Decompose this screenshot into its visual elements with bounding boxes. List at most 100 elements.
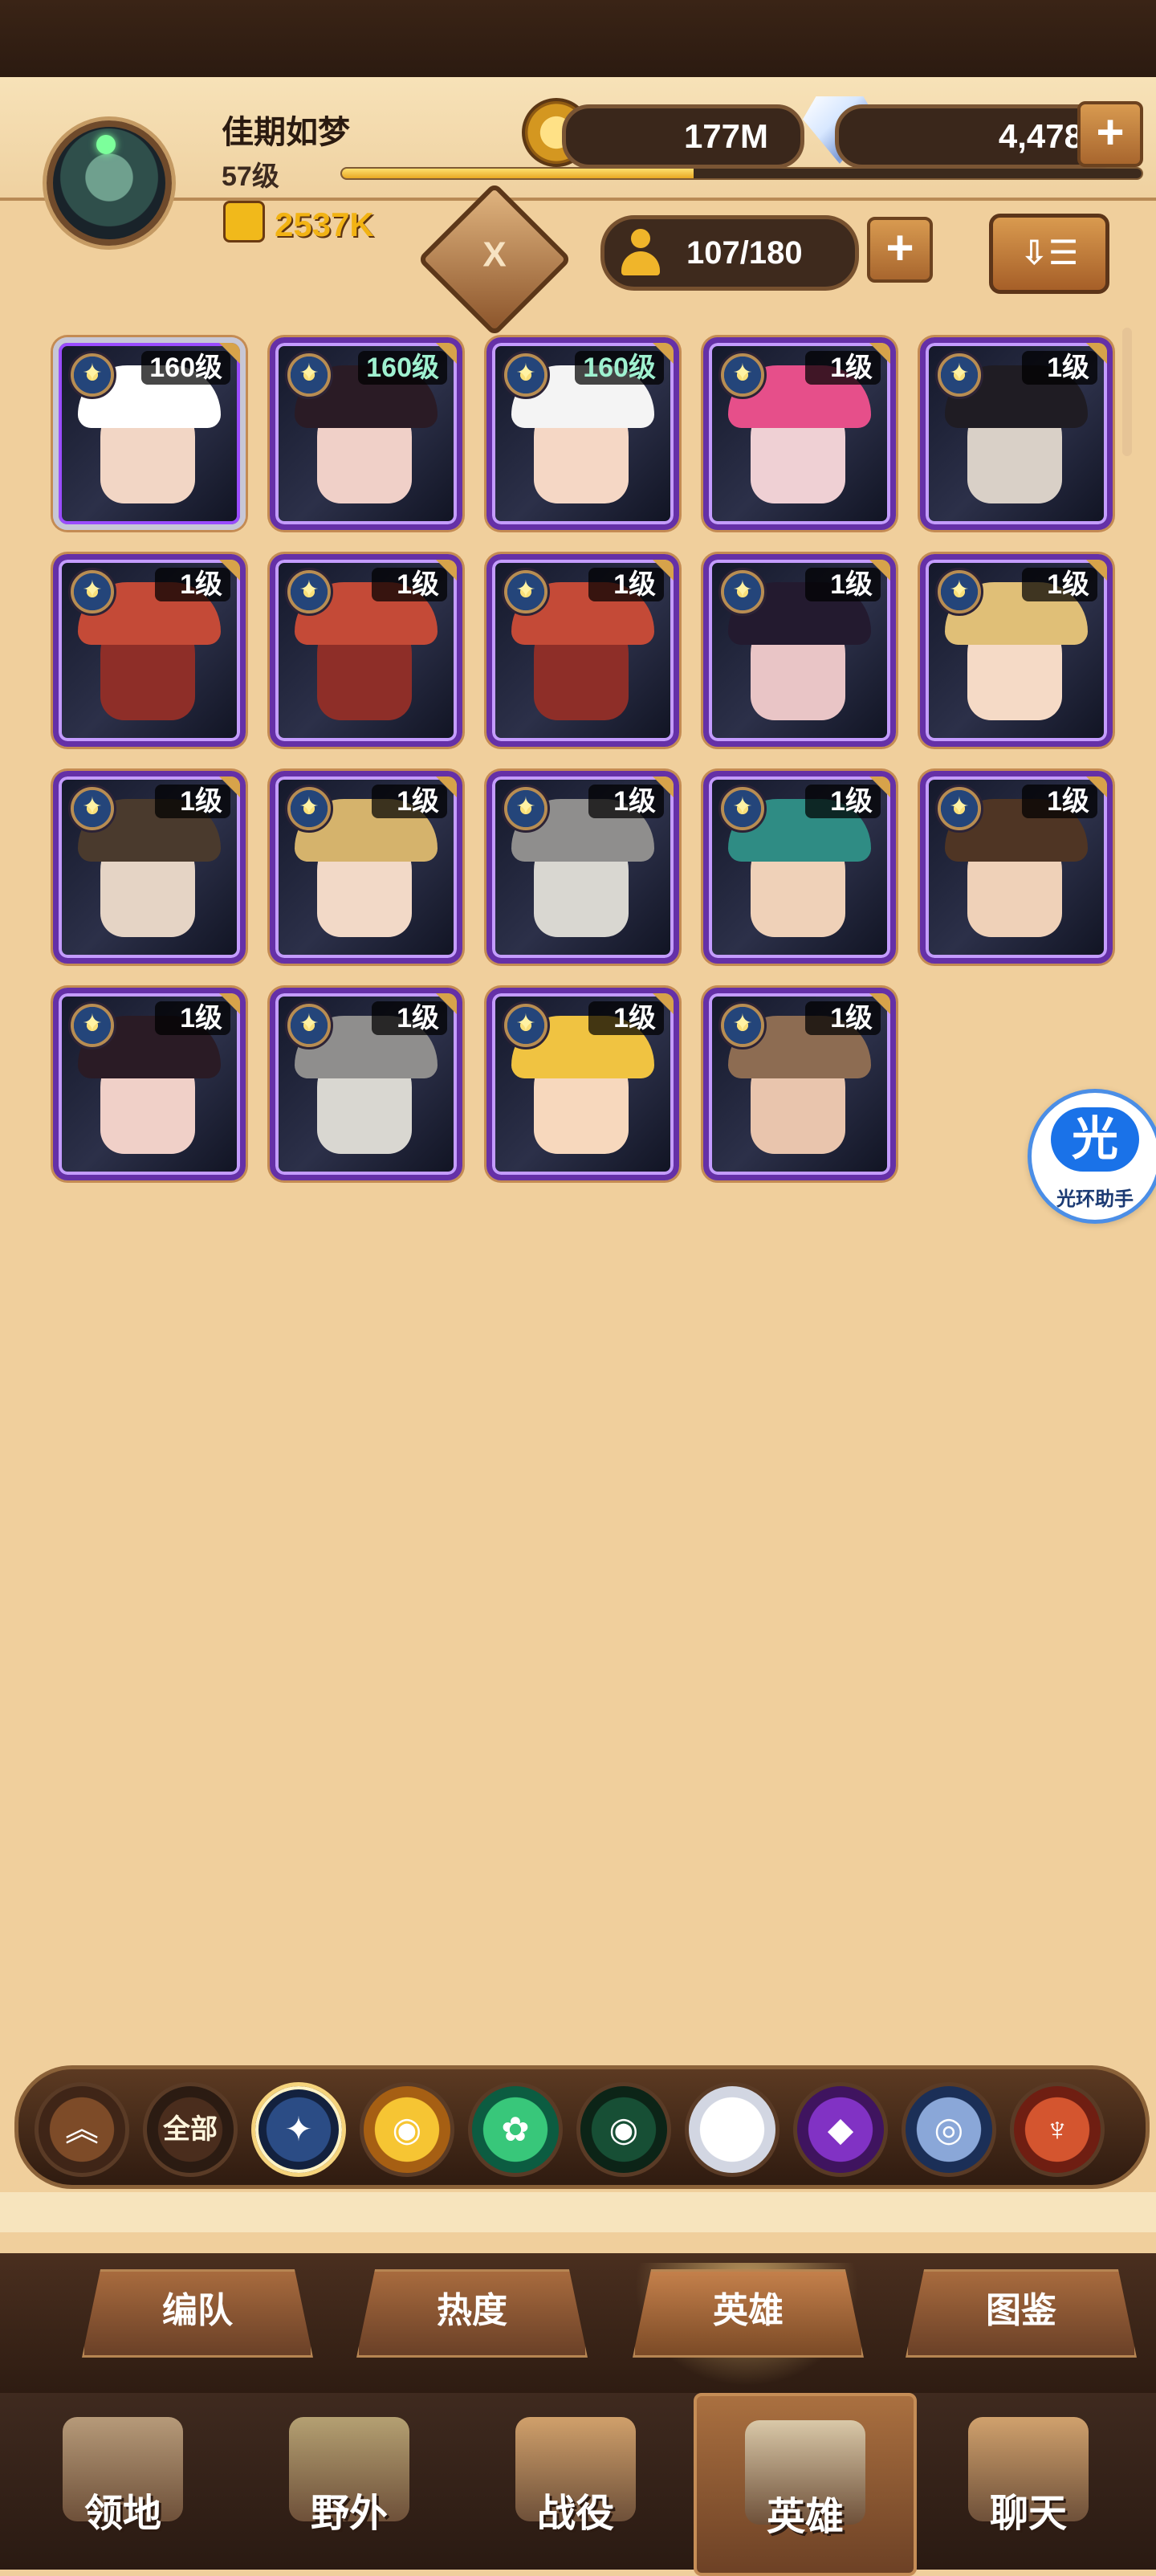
faction-star-icon: ✦ xyxy=(718,351,767,399)
hero-level: 1级 xyxy=(372,1001,447,1035)
hero-card[interactable]: ✦ 1级 xyxy=(703,554,896,747)
hero-card[interactable]: ✦ 1级 xyxy=(703,988,896,1180)
hero-card[interactable]: ✦ 1级 xyxy=(270,771,462,964)
faction-star-icon: ✦ xyxy=(935,351,983,399)
hero-level: 1级 xyxy=(372,568,447,601)
nav-item-2[interactable]: 战役 xyxy=(467,2393,684,2570)
hero-card[interactable]: ✦ 1级 xyxy=(270,554,462,747)
faction-filter-3[interactable]: ◉ xyxy=(360,2082,454,2177)
hero-level: 1级 xyxy=(805,1001,881,1035)
nav-item-3[interactable]: 英雄 xyxy=(694,2393,917,2576)
hero-card[interactable]: ✦ 160级 xyxy=(486,337,679,530)
formation-symbol: X xyxy=(482,234,507,275)
hero-card[interactable]: ✦ 1级 xyxy=(920,771,1113,964)
hero-count-icon xyxy=(619,229,662,275)
faction-star-icon: ✦ xyxy=(718,785,767,833)
hero-faction-filter-bar: ︽ 全部 ✦ ◉ ✿ ◉ ✦ ◆ ◎ ♆ xyxy=(14,2065,1150,2189)
faction-filter-8[interactable]: ◎ xyxy=(902,2082,996,2177)
faction-star-icon: ✦ xyxy=(502,351,550,399)
hero-level: 1级 xyxy=(805,568,881,601)
hero-card[interactable]: ✦ 160级 xyxy=(270,337,462,530)
hero-list-scrollbar[interactable] xyxy=(1122,328,1132,456)
faction-star-icon: ✦ xyxy=(285,1001,333,1050)
faction-filter-0[interactable]: ︽ xyxy=(35,2082,129,2177)
nav-label: 英雄 xyxy=(766,2496,844,2538)
faction-star-icon: ✦ xyxy=(935,568,983,616)
faction-star-icon: ✦ xyxy=(285,785,333,833)
buy-diamonds-button[interactable]: + xyxy=(1077,101,1143,167)
player-level: 57级 xyxy=(222,161,279,192)
faction-star-icon: ✦ xyxy=(718,568,767,616)
faction-filter-7[interactable]: ◆ xyxy=(793,2082,888,2177)
faction-filter-icon: ✦ xyxy=(284,2110,313,2148)
faction-filter-4[interactable]: ✿ xyxy=(468,2082,563,2177)
nav-label: 聊天 xyxy=(989,2492,1067,2535)
hero-card[interactable]: ✦ 1级 xyxy=(270,988,462,1180)
hero-card[interactable]: ✦ 1级 xyxy=(53,771,246,964)
hero-level: 160级 xyxy=(358,351,447,385)
halo-helper-icon: 光 xyxy=(1051,1107,1139,1172)
faction-star-icon: ✦ xyxy=(68,568,116,616)
hero-level: 1级 xyxy=(588,568,664,601)
hero-level: 160级 xyxy=(141,351,230,385)
gold-value: 177M xyxy=(683,117,768,155)
tab-3[interactable]: 图鉴 xyxy=(906,2269,1137,2358)
faction-filter-icon: ︽ xyxy=(64,2110,99,2148)
faction-filter-5[interactable]: ◉ xyxy=(576,2082,671,2177)
tab-2[interactable]: 英雄 xyxy=(633,2269,864,2358)
tab-0[interactable]: 编队 xyxy=(82,2269,313,2358)
faction-filter-9[interactable]: ♆ xyxy=(1010,2082,1105,2177)
faction-star-icon: ✦ xyxy=(68,785,116,833)
sort-button[interactable]: ⇩☰ xyxy=(989,214,1109,294)
faction-filter-6[interactable]: ✦ xyxy=(685,2082,779,2177)
nav-item-1[interactable]: 野外 xyxy=(241,2393,458,2570)
formation-icon[interactable]: X xyxy=(417,181,572,337)
combat-power-value: 2537K xyxy=(275,206,374,243)
hero-count-value: 107/180 xyxy=(686,235,803,271)
main-navigation: 领地 野外 战役 英雄 聊天 xyxy=(0,2393,1156,2576)
faction-filter-icon: ✦ xyxy=(718,2110,747,2148)
player-avatar[interactable] xyxy=(47,120,172,246)
diamond-value: 4,478 xyxy=(998,117,1083,155)
hero-level: 1级 xyxy=(372,785,447,818)
faction-star-icon: ✦ xyxy=(935,785,983,833)
hero-level: 1级 xyxy=(588,1001,664,1035)
faction-star-icon: ✦ xyxy=(285,351,333,399)
hero-card[interactable]: ✦ 1级 xyxy=(486,771,679,964)
faction-star-icon: ✦ xyxy=(502,568,550,616)
faction-filter-icon: ◆ xyxy=(827,2110,854,2148)
hero-level: 1级 xyxy=(1022,785,1097,818)
tab-1[interactable]: 热度 xyxy=(356,2269,588,2358)
hero-level: 160级 xyxy=(575,351,664,385)
hero-level: 1级 xyxy=(155,785,230,818)
faction-filter-icon: ◉ xyxy=(392,2110,422,2148)
hero-card[interactable]: ✦ 160级 xyxy=(53,337,246,530)
hero-level: 1级 xyxy=(155,568,230,601)
hero-card[interactable]: ✦ 1级 xyxy=(920,554,1113,747)
hero-card[interactable]: ✦ 1级 xyxy=(703,337,896,530)
experience-bar xyxy=(340,167,1143,180)
hero-card[interactable]: ✦ 1级 xyxy=(920,337,1113,530)
hero-card[interactable]: ✦ 1级 xyxy=(53,554,246,747)
hero-card[interactable]: ✦ 1级 xyxy=(486,988,679,1180)
hero-level: 1级 xyxy=(805,351,881,385)
player-name: 佳期如梦 xyxy=(222,115,350,150)
gold-counter: 177M xyxy=(562,104,804,169)
nav-label: 领地 xyxy=(83,2492,161,2535)
hero-card[interactable]: ✦ 1级 xyxy=(703,771,896,964)
hero-level: 1级 xyxy=(1022,351,1097,385)
nav-label: 战役 xyxy=(536,2492,614,2535)
hero-card[interactable]: ✦ 1级 xyxy=(53,988,246,1180)
increase-hero-capacity-button[interactable]: + xyxy=(867,217,933,283)
faction-filter-icon: ◎ xyxy=(934,2110,964,2148)
experience-bar-fill xyxy=(342,169,694,178)
nav-label: 野外 xyxy=(310,2492,388,2535)
nav-item-4[interactable]: 聊天 xyxy=(920,2393,1137,2570)
filter-all-label: 全部 xyxy=(163,2114,218,2145)
faction-filter-2[interactable]: ✦ xyxy=(251,2082,346,2177)
combat-power-icon xyxy=(223,201,265,243)
nav-item-0[interactable]: 领地 xyxy=(14,2393,231,2570)
halo-helper-floating-button[interactable]: 光 光环助手 xyxy=(1028,1089,1156,1224)
hero-card[interactable]: ✦ 1级 xyxy=(486,554,679,747)
faction-filter-1[interactable]: 全部 xyxy=(143,2082,238,2177)
